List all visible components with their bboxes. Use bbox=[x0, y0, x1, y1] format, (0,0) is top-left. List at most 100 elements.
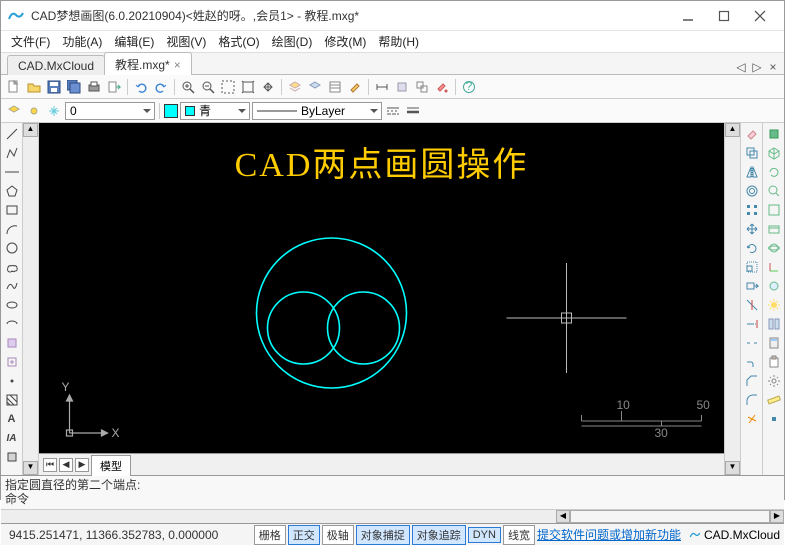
command-area[interactable]: 指定圆直径的第二个端点: 命令 bbox=[1, 475, 784, 509]
layer-select[interactable]: 0 bbox=[65, 102, 155, 120]
grip-icon[interactable] bbox=[765, 410, 783, 428]
hatch-icon[interactable] bbox=[3, 391, 21, 409]
spline-icon[interactable] bbox=[3, 277, 21, 295]
offset-icon[interactable] bbox=[743, 182, 761, 200]
status-lwt[interactable]: 线宽 bbox=[503, 525, 535, 545]
line-icon[interactable] bbox=[3, 125, 21, 143]
revcloud-icon[interactable] bbox=[3, 258, 21, 276]
rotate-icon[interactable] bbox=[743, 239, 761, 257]
status-ortho[interactable]: 正交 bbox=[288, 525, 320, 545]
polyline-icon[interactable] bbox=[3, 144, 21, 162]
calculator-icon[interactable] bbox=[765, 334, 783, 352]
layer-icon[interactable] bbox=[286, 78, 304, 96]
circle-icon[interactable] bbox=[3, 239, 21, 257]
trim-icon[interactable] bbox=[743, 296, 761, 314]
layer-state-icon[interactable] bbox=[25, 102, 43, 120]
zoom-in-icon[interactable] bbox=[179, 78, 197, 96]
break-icon[interactable] bbox=[743, 334, 761, 352]
insert-block-icon[interactable] bbox=[3, 334, 21, 352]
new-icon[interactable] bbox=[5, 78, 23, 96]
visual-style-icon[interactable] bbox=[765, 277, 783, 295]
color-swatch[interactable] bbox=[164, 104, 178, 118]
move-icon[interactable] bbox=[743, 220, 761, 238]
xline-icon[interactable] bbox=[3, 163, 21, 181]
tab-close-current-icon[interactable]: × bbox=[766, 60, 780, 74]
print-icon[interactable] bbox=[85, 78, 103, 96]
tool-palette-icon[interactable] bbox=[765, 315, 783, 333]
redo-icon[interactable] bbox=[152, 78, 170, 96]
menu-draw[interactable]: 绘图(D) bbox=[266, 31, 319, 52]
text-icon[interactable]: A bbox=[3, 410, 21, 428]
menu-function[interactable]: 功能(A) bbox=[56, 31, 108, 52]
mtext-icon[interactable]: IA bbox=[3, 429, 21, 447]
status-dyn[interactable]: DYN bbox=[468, 527, 501, 543]
tab-prev-icon[interactable]: ◁ bbox=[734, 60, 748, 74]
vscroll-right[interactable]: ▲ ▼ bbox=[724, 123, 740, 475]
join-icon[interactable] bbox=[743, 353, 761, 371]
tab-next-icon[interactable]: ▷ bbox=[750, 60, 764, 74]
menu-modify[interactable]: 修改(M) bbox=[318, 31, 372, 52]
chamfer-icon[interactable] bbox=[743, 372, 761, 390]
fillet-icon[interactable] bbox=[743, 391, 761, 409]
menu-view[interactable]: 视图(V) bbox=[160, 31, 212, 52]
menu-help[interactable]: 帮助(H) bbox=[372, 31, 425, 52]
properties-icon[interactable] bbox=[326, 78, 344, 96]
lineweight-icon[interactable] bbox=[404, 102, 422, 120]
drawing-canvas[interactable]: CAD两点画圆操作 bbox=[39, 123, 724, 453]
status-polar[interactable]: 极轴 bbox=[322, 525, 354, 545]
erase-icon[interactable] bbox=[743, 125, 761, 143]
pan-icon[interactable] bbox=[259, 78, 277, 96]
block-icon[interactable] bbox=[393, 78, 411, 96]
match-props-icon[interactable] bbox=[346, 78, 364, 96]
tab-cloud[interactable]: CAD.MxCloud bbox=[7, 55, 105, 75]
stretch-icon[interactable] bbox=[743, 277, 761, 295]
array-icon[interactable] bbox=[743, 201, 761, 219]
mirror-icon[interactable] bbox=[743, 163, 761, 181]
view-iso-icon[interactable] bbox=[765, 144, 783, 162]
ellipse-arc-icon[interactable] bbox=[3, 315, 21, 333]
polygon-icon[interactable] bbox=[3, 182, 21, 200]
menu-edit[interactable]: 编辑(E) bbox=[108, 31, 160, 52]
status-otrack[interactable]: 对象追踪 bbox=[412, 525, 466, 545]
feedback-link[interactable]: 提交软件问题或增加新功能 bbox=[537, 526, 681, 543]
orbit-icon[interactable] bbox=[765, 239, 783, 257]
view-top-icon[interactable] bbox=[765, 125, 783, 143]
export-icon[interactable] bbox=[105, 78, 123, 96]
zoom-all-icon[interactable] bbox=[765, 201, 783, 219]
zoom-realtime-icon[interactable] bbox=[765, 182, 783, 200]
close-button[interactable] bbox=[742, 2, 778, 30]
ucs-icon[interactable] bbox=[765, 258, 783, 276]
zoom-window-icon[interactable] bbox=[219, 78, 237, 96]
layer-manager-icon[interactable] bbox=[5, 102, 23, 120]
arc-icon[interactable] bbox=[3, 220, 21, 238]
hscroll[interactable]: ◀ ▶ bbox=[1, 509, 784, 523]
xref-icon[interactable] bbox=[413, 78, 431, 96]
measure-icon[interactable] bbox=[765, 391, 783, 409]
scale-icon[interactable] bbox=[743, 258, 761, 276]
linetype-manager-icon[interactable] bbox=[384, 102, 402, 120]
tab-close-icon[interactable]: × bbox=[174, 58, 181, 72]
menu-file[interactable]: 文件(F) bbox=[5, 31, 56, 52]
layer-freeze-icon[interactable] bbox=[45, 102, 63, 120]
clipboard-icon[interactable] bbox=[765, 353, 783, 371]
model-tab[interactable]: 模型 bbox=[91, 455, 131, 476]
vscroll-left[interactable]: ▲ ▼ bbox=[23, 123, 39, 475]
save-icon[interactable] bbox=[45, 78, 63, 96]
status-osnap[interactable]: 对象捕捉 bbox=[356, 525, 410, 545]
region-icon[interactable] bbox=[3, 448, 21, 466]
extend-icon[interactable] bbox=[743, 315, 761, 333]
settings-icon[interactable] bbox=[765, 372, 783, 390]
open-icon[interactable] bbox=[25, 78, 43, 96]
saveas-icon[interactable] bbox=[65, 78, 83, 96]
menu-format[interactable]: 格式(O) bbox=[212, 31, 265, 52]
model-tab-next-icon[interactable]: ▶ bbox=[75, 458, 89, 472]
maximize-button[interactable] bbox=[706, 2, 742, 30]
regen-icon[interactable] bbox=[765, 163, 783, 181]
minimize-button[interactable] bbox=[670, 2, 706, 30]
point-icon[interactable] bbox=[3, 372, 21, 390]
color-select[interactable]: 青 bbox=[180, 102, 250, 120]
layer-prev-icon[interactable] bbox=[306, 78, 324, 96]
dimension-icon[interactable] bbox=[373, 78, 391, 96]
zoom-extents-icon[interactable] bbox=[239, 78, 257, 96]
copy-icon[interactable] bbox=[743, 144, 761, 162]
